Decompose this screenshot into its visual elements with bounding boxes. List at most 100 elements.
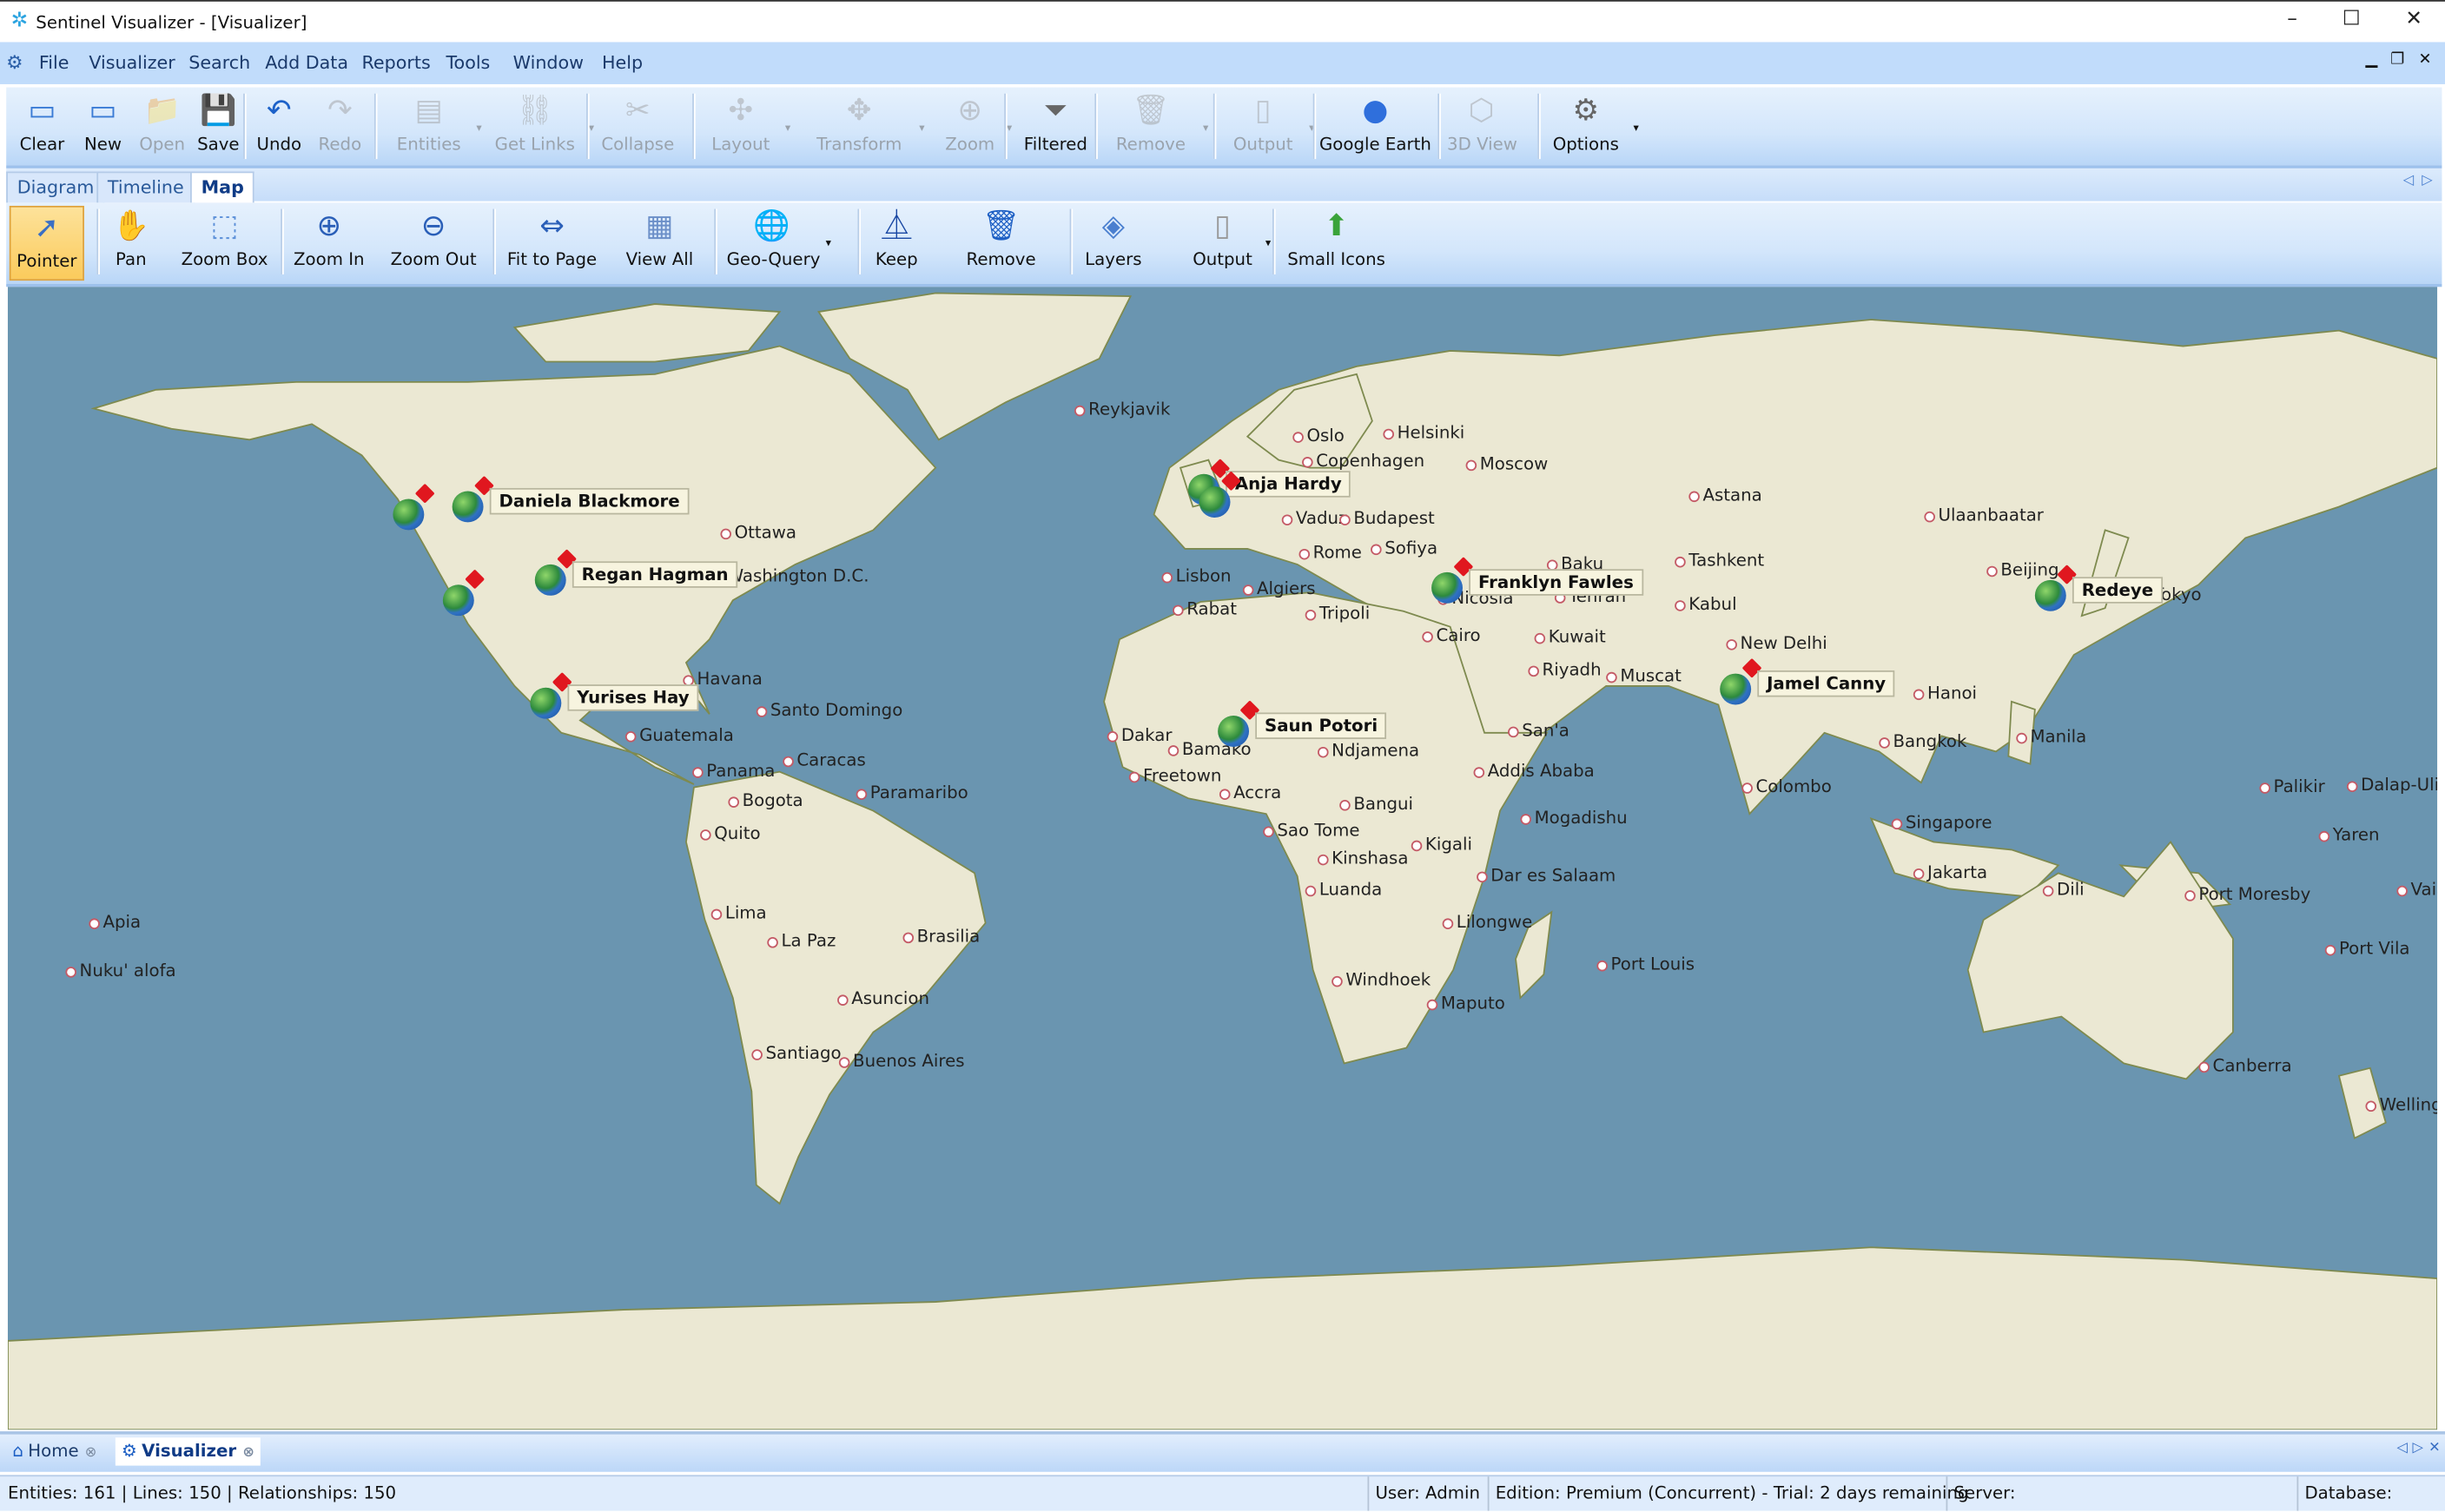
city-cairo[interactable]: Cairo xyxy=(1422,626,1481,646)
city-new-delhi[interactable]: New Delhi xyxy=(1726,634,1827,654)
city-accra[interactable]: Accra xyxy=(1219,783,1281,803)
google-earth-button[interactable]: ● Google Earth xyxy=(1319,90,1431,162)
remove-tool-button[interactable]: 🗑 Remove xyxy=(957,206,1045,278)
menu-add-data[interactable]: Add Data xyxy=(265,51,348,73)
output-button[interactable]: ▯ Output ▾ xyxy=(1226,90,1315,162)
remove-button[interactable]: 🗑 Remove ▾ xyxy=(1107,90,1209,162)
transform-button[interactable]: ✥ Transform ▾ xyxy=(808,90,925,162)
city-maputo[interactable]: Maputo xyxy=(1426,994,1505,1014)
get-links-button[interactable]: ⛓ Get Links ▾ xyxy=(490,90,594,162)
new-button[interactable]: ▭ New xyxy=(78,90,128,162)
city-luanda[interactable]: Luanda xyxy=(1305,880,1382,900)
city-lisbon[interactable]: Lisbon xyxy=(1161,567,1232,586)
city-santo-domingo[interactable]: Santo Domingo xyxy=(756,701,902,721)
minimize-button[interactable]: – xyxy=(2269,8,2316,31)
city-nuku-alofa[interactable]: Nuku' alofa xyxy=(65,961,176,981)
open-button[interactable]: 📁 Open xyxy=(137,90,187,162)
city-asuncion[interactable]: Asuncion xyxy=(837,989,929,1009)
city-reykjavik[interactable]: Reykjavik xyxy=(1074,399,1170,419)
city-vaduz[interactable]: Vaduz xyxy=(1281,509,1347,529)
menu-visualizer[interactable]: Visualizer xyxy=(89,51,175,73)
city-dar-es-salaam[interactable]: Dar es Salaam xyxy=(1477,866,1616,886)
fit-to-page-tool-button[interactable]: ⇔ Fit to Page xyxy=(506,206,599,278)
city-tashkent[interactable]: Tashkent xyxy=(1675,551,1764,571)
options-button[interactable]: ⚙ Options ▾ xyxy=(1547,90,1639,162)
city-astana[interactable]: Astana xyxy=(1688,485,1762,505)
city-addis-ababa[interactable]: Addis Ababa xyxy=(1473,762,1595,782)
zoom-out-tool-button[interactable]: ⊖ Zoom Out xyxy=(387,206,480,278)
pointer-tool-button[interactable]: ➚ Pointer xyxy=(9,205,84,281)
keep-tool-button[interactable]: ⏅ Keep xyxy=(870,206,923,278)
city-freetown[interactable]: Freetown xyxy=(1128,766,1221,786)
entity-label[interactable]: Redeye xyxy=(2072,577,2163,604)
mdi-restore-button[interactable]: ❐ xyxy=(2390,51,2404,69)
tab-timeline[interactable]: Timeline xyxy=(96,171,195,203)
city-sao-tome[interactable]: Sao Tome xyxy=(1263,821,1360,841)
city-caracas[interactable]: Caracas xyxy=(783,750,866,770)
city-vaiaku[interactable]: Vaiaku xyxy=(2396,880,2437,900)
city-algiers[interactable]: Algiers xyxy=(1242,579,1316,599)
city-santiago[interactable]: Santiago xyxy=(751,1044,842,1064)
app-menu-icon[interactable]: ⚙ xyxy=(6,51,23,73)
city-palikir[interactable]: Palikir xyxy=(2259,777,2325,797)
geo-query-tool-button[interactable]: 🌐 Geo-Query ▾ xyxy=(727,206,831,278)
dropdown-arrow-icon[interactable]: ▾ xyxy=(1203,122,1208,134)
entity-label[interactable]: Yurises Hay xyxy=(567,684,699,711)
tab-diagram[interactable]: Diagram xyxy=(6,171,105,203)
city-port-louis[interactable]: Port Louis xyxy=(1596,955,1695,975)
clear-button[interactable]: ▭ Clear xyxy=(19,90,66,162)
city-lilongwe[interactable]: Lilongwe xyxy=(1442,913,1532,933)
mdi-close-button[interactable]: ✕ xyxy=(2419,51,2432,69)
dropdown-arrow-icon[interactable]: ▾ xyxy=(589,122,594,134)
entity-label[interactable]: Franklyn Fawles xyxy=(1469,569,1643,596)
city-canberra[interactable]: Canberra xyxy=(2198,1056,2292,1076)
filtered-button[interactable]: ⏷ Filtered xyxy=(1017,90,1095,162)
entity-label[interactable]: Saun Potori xyxy=(1255,712,1387,739)
city-jakarta[interactable]: Jakarta xyxy=(1913,863,1987,883)
city-kinshasa[interactable]: Kinshasa xyxy=(1318,849,1408,868)
tab-scroll-right-icon[interactable]: ▷ xyxy=(2422,173,2432,188)
city-bangui[interactable]: Bangui xyxy=(1339,795,1413,815)
city-ulaanbaatar[interactable]: Ulaanbaatar xyxy=(1924,506,2044,525)
doc-tab-visualizer[interactable]: ⚙ Visualizer ⊗ xyxy=(115,1437,261,1466)
city-la-paz[interactable]: La Paz xyxy=(767,932,836,952)
city-buenos-aires[interactable]: Buenos Aires xyxy=(838,1052,965,1072)
city-oslo[interactable]: Oslo xyxy=(1292,426,1345,446)
zoom-in-tool-button[interactable]: ⊕ Zoom In xyxy=(290,206,368,278)
city-riyadh[interactable]: Riyadh xyxy=(1528,660,1602,680)
city-singapore[interactable]: Singapore xyxy=(1891,813,1992,833)
city-dili[interactable]: Dili xyxy=(2042,880,2085,900)
city-copenhagen[interactable]: Copenhagen xyxy=(1302,452,1424,472)
dropdown-arrow-icon[interactable]: ▾ xyxy=(785,122,790,134)
city-hanoi[interactable]: Hanoi xyxy=(1913,683,1977,703)
city-budapest[interactable]: Budapest xyxy=(1339,509,1435,529)
tab-map[interactable]: Map xyxy=(190,171,255,203)
city-colombo[interactable]: Colombo xyxy=(1741,777,1832,797)
maximize-button[interactable]: ☐ xyxy=(2328,8,2375,31)
layout-button[interactable]: ✣ Layout ▾ xyxy=(704,90,790,162)
3d-view-button[interactable]: ⬡ 3D View xyxy=(1447,90,1517,162)
city-moscow[interactable]: Moscow xyxy=(1465,454,1548,474)
city-ottawa[interactable]: Ottawa xyxy=(720,523,796,543)
doc-tab-home[interactable]: ⌂ Home ⊗ xyxy=(6,1437,102,1465)
city-brasilia[interactable]: Brasilia xyxy=(902,927,980,947)
doc-tab-left-icon[interactable]: ◁ xyxy=(2397,1441,2408,1456)
entity-label[interactable]: Jamel Canny xyxy=(1757,670,1895,697)
city-windhoek[interactable]: Windhoek xyxy=(1332,971,1431,990)
entity-label[interactable]: Anja Hardy xyxy=(1226,471,1351,498)
city-yaren[interactable]: Yaren xyxy=(2318,826,2380,846)
zoom-box-tool-button[interactable]: ⬚ Zoom Box xyxy=(178,206,272,278)
view-all-tool-button[interactable]: ▦ View All xyxy=(618,206,702,278)
city-tripoli[interactable]: Tripoli xyxy=(1305,604,1370,624)
city-wellington[interactable]: Wellington xyxy=(2365,1095,2437,1115)
tab-scroll-left-icon[interactable]: ◁ xyxy=(2403,173,2414,188)
city-panama[interactable]: Panama xyxy=(692,762,775,782)
menu-reports[interactable]: Reports xyxy=(362,51,431,73)
city-mogadishu[interactable]: Mogadishu xyxy=(1520,809,1628,829)
zoom-button[interactable]: ⊕ Zoom ▾ xyxy=(942,90,1012,162)
city-kigali[interactable]: Kigali xyxy=(1411,835,1472,855)
dropdown-arrow-icon[interactable]: ▾ xyxy=(826,237,831,249)
city-paramaribo[interactable]: Paramaribo xyxy=(856,783,968,803)
menu-tools[interactable]: Tools xyxy=(446,51,490,73)
city-port-moresby[interactable]: Port Moresby xyxy=(2184,885,2310,905)
